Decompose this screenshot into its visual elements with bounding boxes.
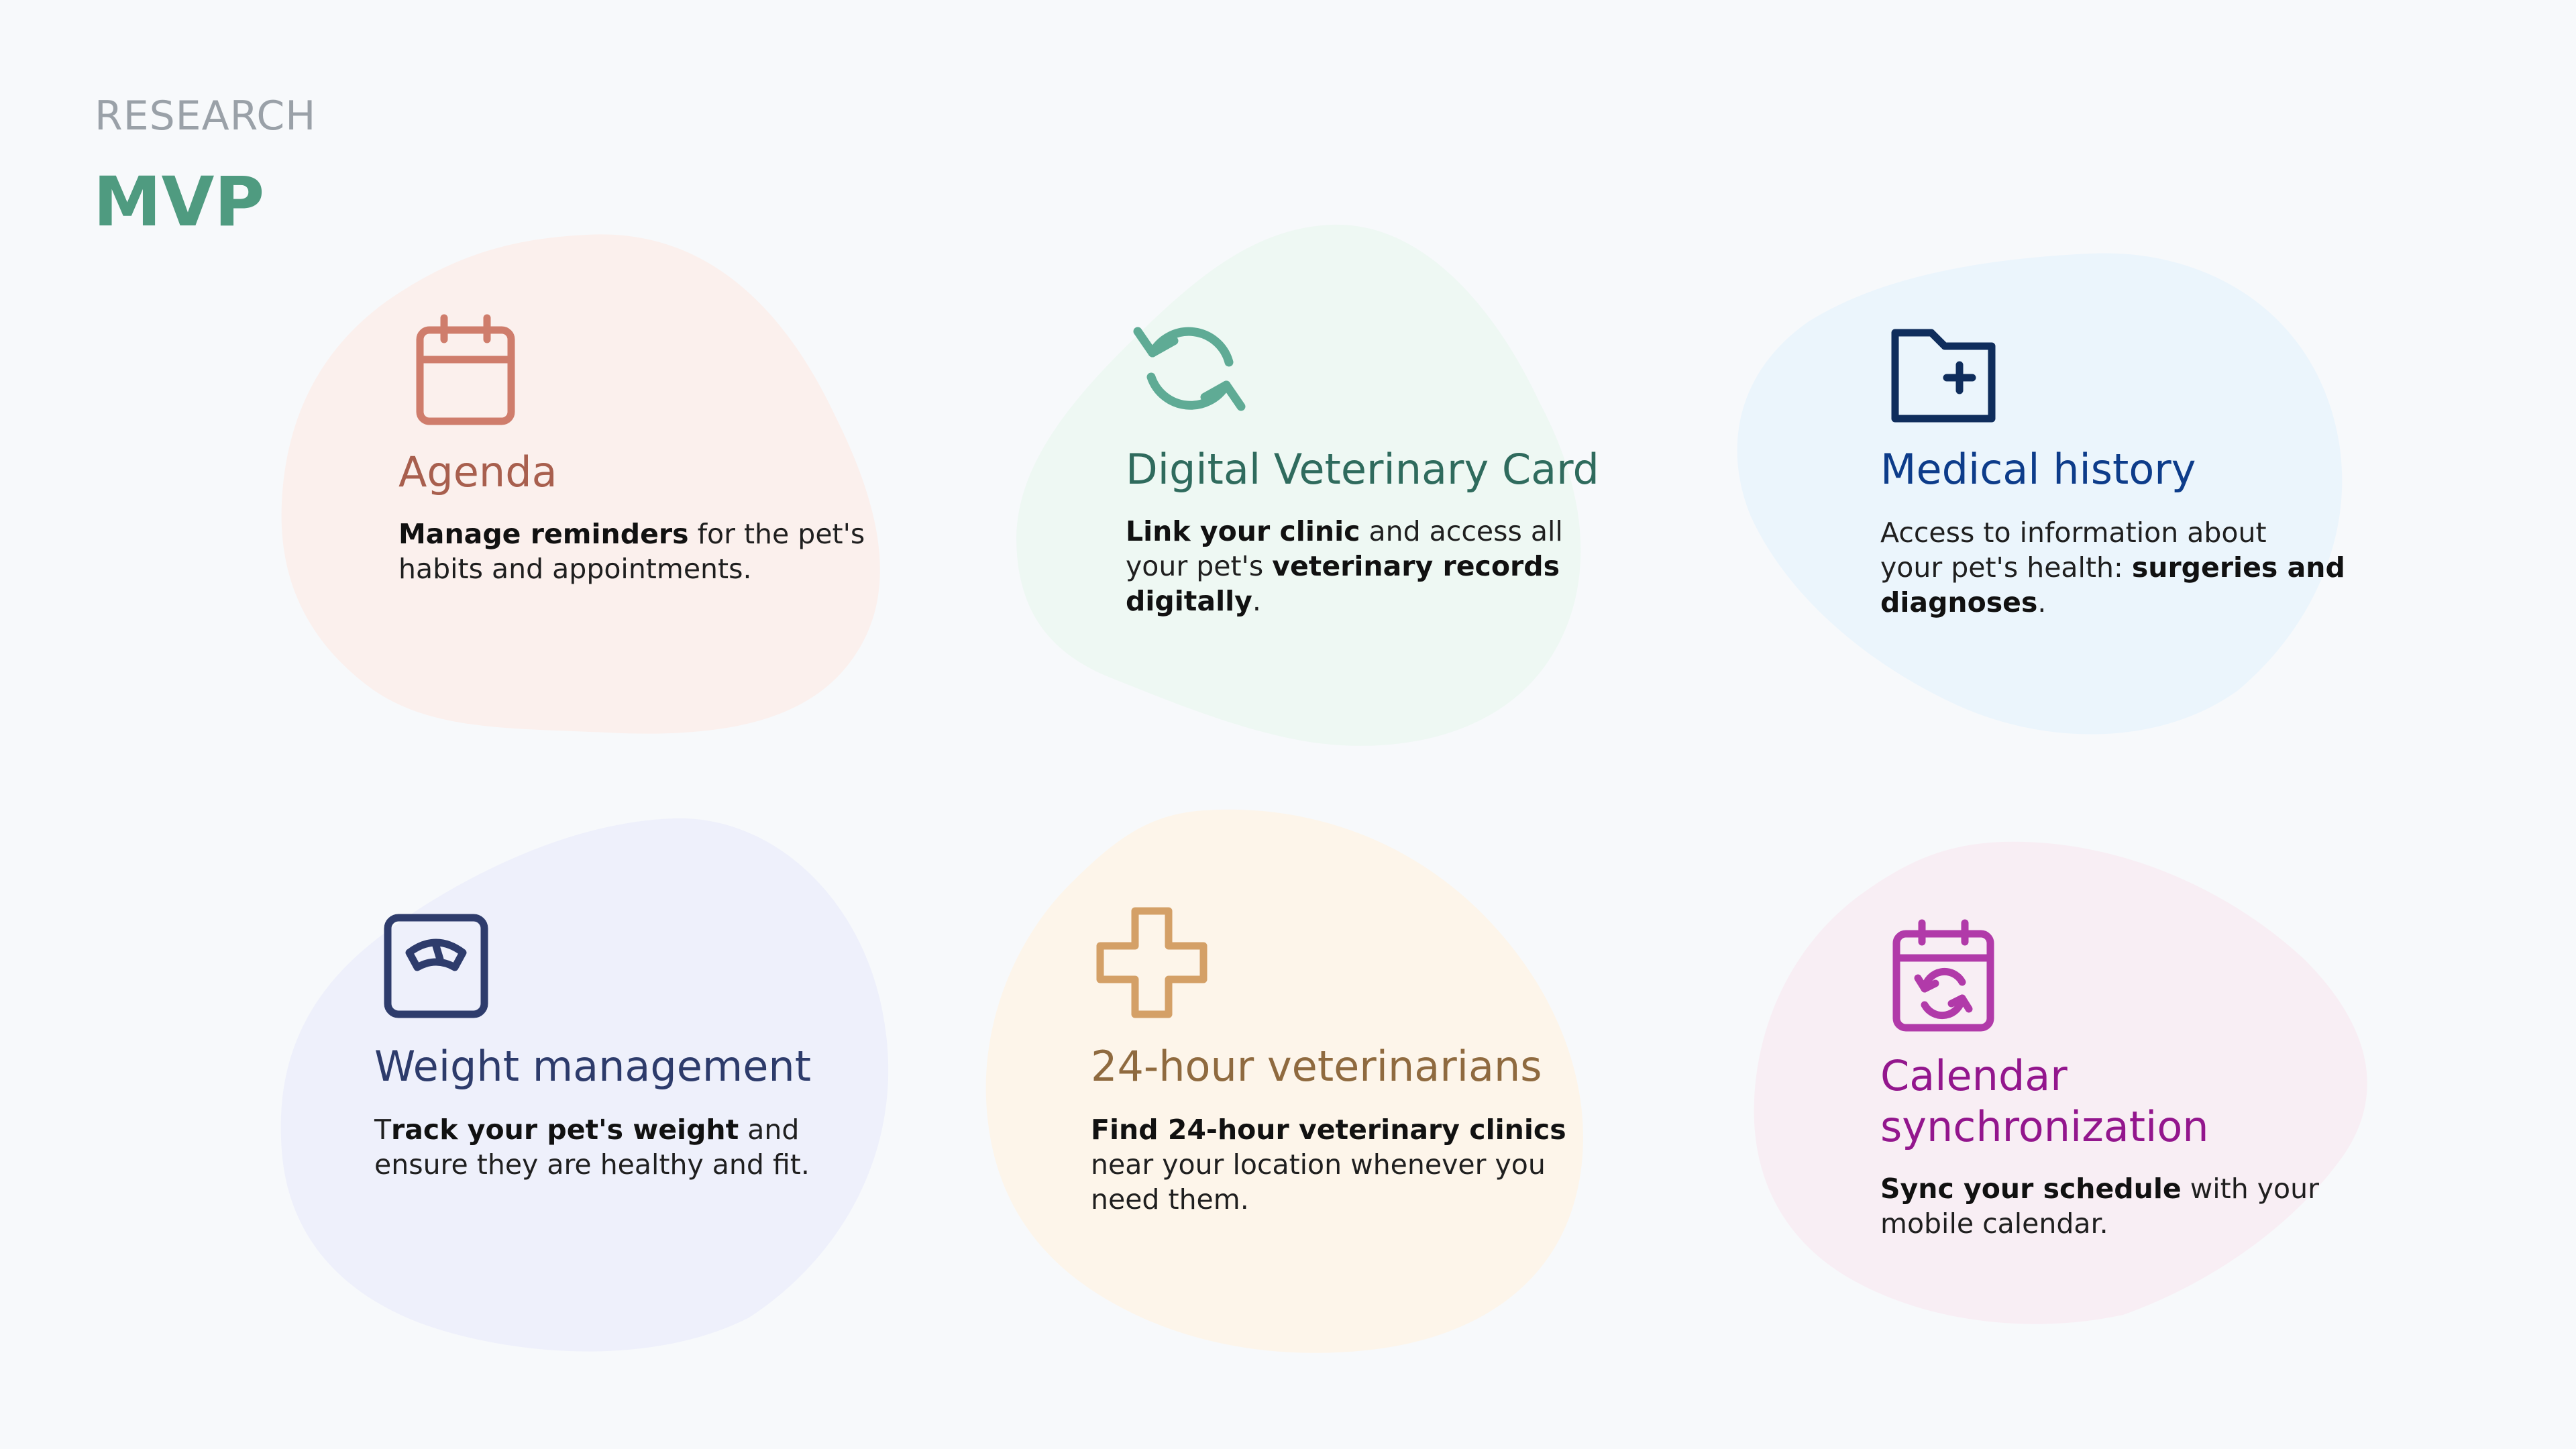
sync-arrows-icon [1133,327,1246,411]
description-bold: Manage reminders [398,518,689,550]
description-line: mobile calendar. [1880,1208,2108,1240]
medical-cross-shape [1096,907,1208,1018]
description-line: habits and appointments. [398,553,752,585]
description-bold: Find 24-hour veterinary clinics [1091,1114,1566,1146]
card-title-line: synchronization [1880,1102,2209,1151]
description-text: and [739,1114,800,1146]
page-title: MVP [93,162,265,242]
card-title: Weight management [374,1042,812,1091]
card-title: 24-hour veterinarians [1091,1042,1542,1091]
description-bold: diagnoses [1880,586,2038,619]
description-line: Track your pet's weight and [374,1112,810,1147]
description-text: T [374,1114,392,1146]
description-bold: surgeries and [2131,551,2345,584]
description-line: Sync your schedule with your [1880,1171,2319,1206]
card-title: Medical history [1880,445,2196,494]
description-text: and access all [1360,515,1563,547]
card-digital-veterinary-card[interactable]: Digital Veterinary Card Link your clinic… [1126,313,1609,621]
description-bold: digitally [1126,585,1252,617]
card-description: Access to information about your pet's h… [1880,515,2345,620]
description-line: digitally. [1126,584,1563,619]
card-title: Calendar synchronization [1880,1051,2209,1152]
calendar-sync-icon [1892,919,1994,1032]
card-title: Digital Veterinary Card [1126,445,1599,494]
card-title: Agenda [398,447,557,496]
description-line: Manage reminders for the pet's [398,517,865,551]
section-eyebrow: RESEARCH [95,93,317,140]
description-line: ensure they are healthy and fit. [374,1148,810,1181]
description-text: your pet's health: [1880,551,2132,584]
description-line: your pet's veterinary records [1126,549,1563,584]
card-agenda[interactable]: Agenda Manage reminders for the pet's ha… [398,313,881,608]
scale-icon [384,914,488,1018]
medical-folder-icon [1891,329,1996,423]
description-text: with your [2181,1173,2319,1205]
description-text: . [1252,585,1261,617]
description-line: your pet's health: surgeries and [1880,550,2345,585]
description-bold: veterinary records [1272,550,1560,582]
card-weight-management[interactable]: Weight management Track your pet's weigh… [374,910,857,1205]
description-line: diagnoses. [1880,585,2345,620]
card-description: Find 24-hour veterinary clinics near you… [1091,1112,1566,1217]
description-text: . [2037,586,2047,619]
description-bold: Sync your schedule [1880,1173,2182,1205]
card-description: Manage reminders for the pet's habits an… [398,517,865,586]
card-medical-history[interactable]: Medical history Access to information ab… [1880,319,2363,628]
card-description: Track your pet's weight and ensure they … [374,1112,810,1182]
description-text: for the pet's [688,518,865,550]
description-line: near your location whenever you [1091,1148,1546,1181]
description-bold: Link your clinic [1126,515,1360,547]
description-line: Link your clinic and access all [1126,514,1563,549]
card-24-hour-veterinarians[interactable]: 24-hour veterinarians Find 24-hour veter… [1091,906,1574,1228]
card-description: Sync your schedule with your mobile cale… [1880,1171,2319,1241]
description-line: Find 24-hour veterinary clinics [1091,1112,1566,1147]
description-text: your pet's [1126,550,1273,582]
card-title-line: Calendar [1880,1051,2068,1100]
card-description: Link your clinic and access all your pet… [1126,514,1563,619]
description-line: need them. [1091,1183,1249,1216]
card-calendar-synchronization[interactable]: Calendar synchronization Sync your sched… [1880,916,2363,1252]
description-line: Access to information about [1880,517,2267,549]
medical-cross-icon [1096,907,1208,1018]
description-bold: rack your pet's weight [391,1114,739,1146]
calendar-icon [416,314,515,425]
